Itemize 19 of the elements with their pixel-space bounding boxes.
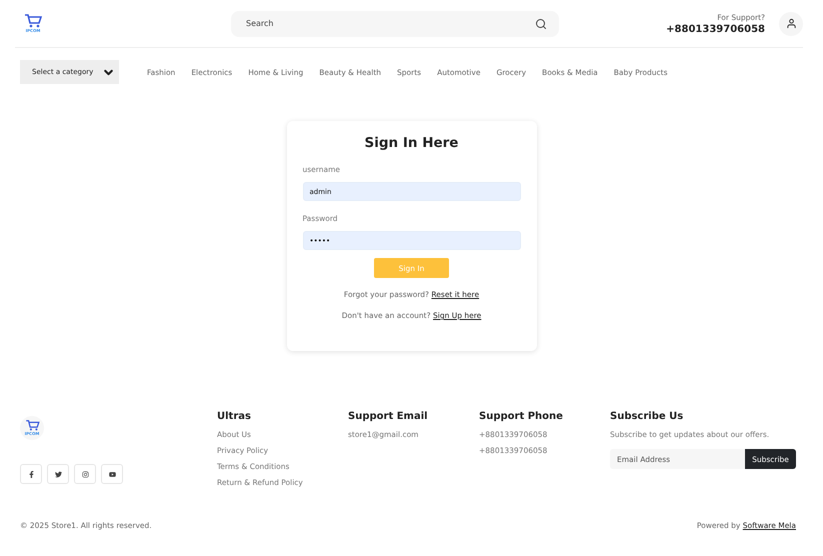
youtube-button[interactable] [101,464,123,484]
instagram-icon [82,470,88,478]
support-phone: +8801339706058 [666,24,765,34]
instagram-button[interactable] [74,464,96,484]
user-button[interactable] [779,12,803,36]
column-title: Support Phone [479,411,564,422]
twitter-icon [54,470,62,478]
column-title: Ultras [217,411,252,422]
user-icon [786,18,796,29]
search-field[interactable]: Search [231,10,559,36]
column-title: Support Email [348,411,429,422]
facebook-icon [28,470,34,478]
cart-icon [24,14,42,28]
column-title: Subscribe Us [610,411,684,422]
youtube-icon [108,470,116,478]
card-title: Sign In Here [364,135,460,151]
facebook-button[interactable] [20,464,42,484]
search-icon[interactable] [535,18,547,30]
twitter-button[interactable] [47,464,69,484]
